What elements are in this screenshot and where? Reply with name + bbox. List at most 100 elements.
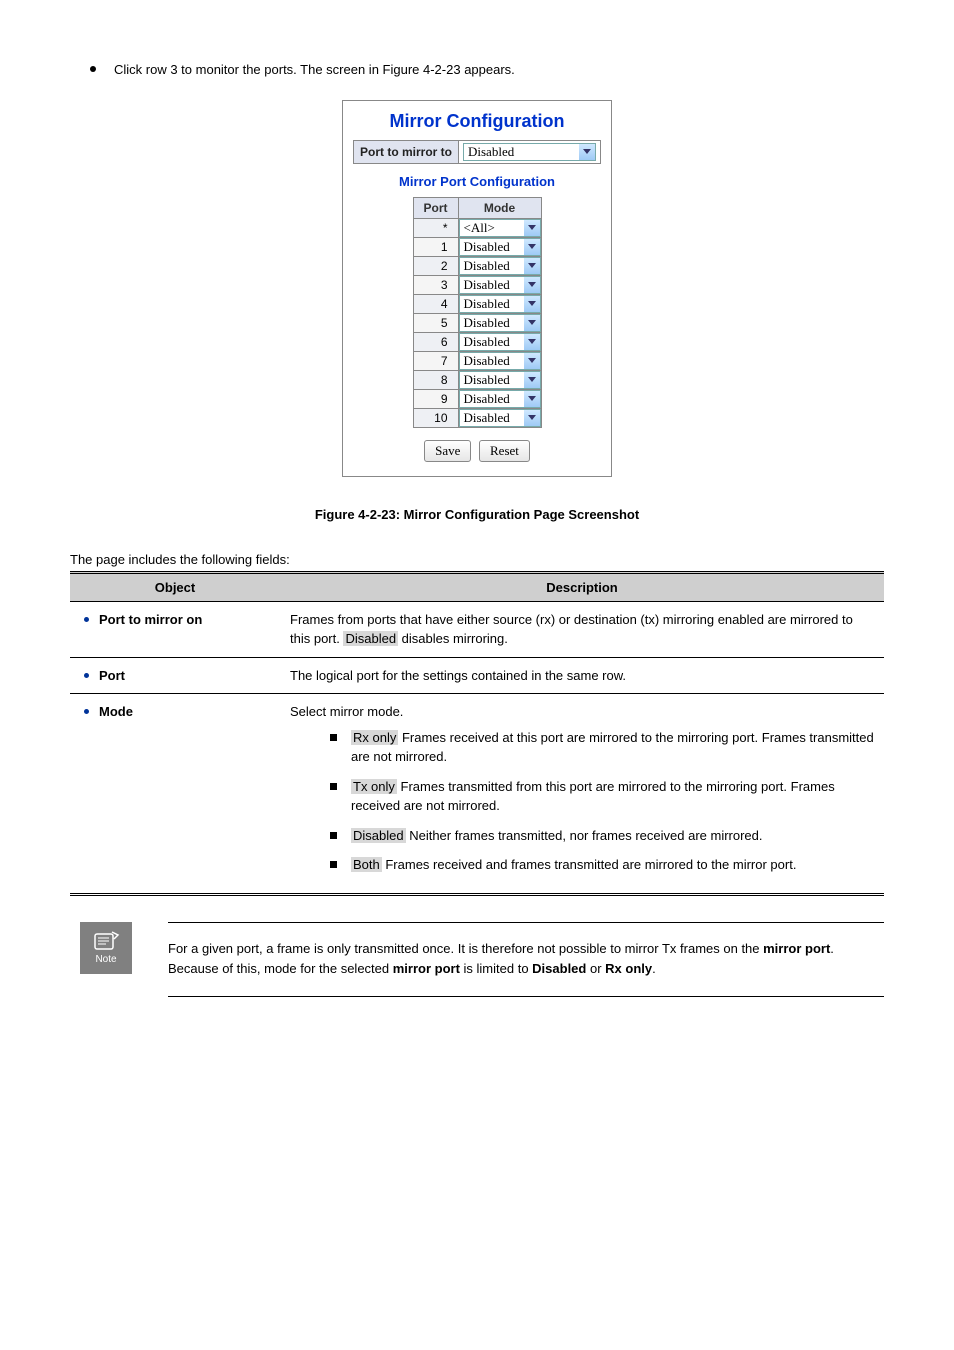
chevron-down-icon [524,353,540,369]
square-bullet-icon [330,832,337,839]
intro-text: Click row 3 to monitor the ports. The sc… [114,60,515,80]
port-number: 1 [413,237,458,256]
mirror-target-row: Port to mirror to Disabled [353,140,601,164]
mode-select[interactable]: Disabled [459,238,541,256]
mode-text: Frames received at this port are mirrore… [351,730,874,765]
mode-value: Disabled [464,391,510,407]
table-row: Port The logical port for the settings c… [70,657,884,694]
port-number: * [413,218,458,237]
chevron-down-icon [524,277,540,293]
table-row: Port to mirror on Frames from ports that… [70,601,884,657]
mode-text: Neither frames transmitted, nor frames r… [406,828,763,843]
mode-select[interactable]: Disabled [459,295,541,313]
col-port: Port [413,197,458,218]
port-number: 3 [413,275,458,294]
reset-button[interactable]: Reset [479,440,530,462]
mode-select[interactable]: Disabled [459,314,541,332]
mode-value: <All> [464,220,495,236]
mode-key: Both [351,857,382,872]
chevron-down-icon [524,220,540,236]
mode-select[interactable]: <All> [459,219,541,237]
panel-title: Mirror Configuration [353,111,601,132]
table-row: Mode Select mirror mode. Rx only Frames … [70,694,884,895]
chevron-down-icon [524,315,540,331]
mode-value: Disabled [464,334,510,350]
mode-value: Disabled [464,239,510,255]
chevron-down-icon [524,258,540,274]
mode-select[interactable]: Disabled [459,409,541,427]
chevron-down-icon [524,372,540,388]
list-item: Tx only Frames transmitted from this por… [330,777,874,816]
description-table: Object Description Port to mirror on Fra… [70,571,884,896]
square-bullet-icon [330,783,337,790]
port-number: 4 [413,294,458,313]
port-number: 9 [413,389,458,408]
mode-value: Disabled [464,410,510,426]
mode-key: Tx only [351,779,397,794]
mode-value: Disabled [464,258,510,274]
mode-value: Disabled [464,353,510,369]
mode-value: Disabled [464,315,510,331]
table-row: 6Disabled [413,332,541,351]
mode-key: Disabled [351,828,406,843]
mode-value: Disabled [464,277,510,293]
chevron-down-icon [524,391,540,407]
table-row: * <All> [413,218,541,237]
note-icon: Note [80,922,132,974]
mode-key: Rx only [351,730,398,745]
mirror-target-select[interactable]: Disabled [463,143,596,161]
bullet-icon [90,66,96,72]
mode-select[interactable]: Disabled [459,257,541,275]
square-bullet-icon [330,734,337,741]
header-description: Description [280,572,884,601]
port-number: 10 [413,408,458,427]
port-number: 5 [413,313,458,332]
table-row: 1 Disabled [413,237,541,256]
port-number: 8 [413,370,458,389]
table-lead: The page includes the following fields: [70,552,884,567]
port-number: 7 [413,351,458,370]
table-row: 10 Disabled [413,408,541,427]
object-desc: The logical port for the settings contai… [280,657,884,694]
bullet-icon [84,673,89,678]
table-row: 7 Disabled [413,351,541,370]
mirror-target-value: Disabled [468,144,514,160]
mode-select[interactable]: Disabled [459,333,541,351]
table-row: 3 Disabled [413,275,541,294]
list-item: Disabled Neither frames transmitted, nor… [330,826,874,846]
table-row: 2 Disabled [413,256,541,275]
chevron-down-icon [524,239,540,255]
square-bullet-icon [330,861,337,868]
list-item: Both Frames received and frames transmit… [330,855,874,875]
mode-select[interactable]: Disabled [459,371,541,389]
table-row: 8Disabled [413,370,541,389]
col-mode: Mode [458,197,541,218]
object-label: Mode [99,702,133,722]
mode-text: Frames received and frames transmitted a… [382,857,797,872]
mode-value: Disabled [464,296,510,312]
object-desc: Select mirror mode. Rx only Frames recei… [280,694,884,895]
mode-select[interactable]: Disabled [459,276,541,294]
bullet-icon [84,617,89,622]
object-label: Port [99,666,125,686]
panel-subtitle: Mirror Port Configuration [353,174,601,189]
mode-select[interactable]: Disabled [459,390,541,408]
object-desc: Frames from ports that have either sourc… [280,601,884,657]
mirror-config-panel: Mirror Configuration Port to mirror to D… [342,100,612,477]
save-button[interactable]: Save [424,440,471,462]
bullet-icon [84,709,89,714]
mode-select[interactable]: Disabled [459,352,541,370]
table-row: 9 Disabled [413,389,541,408]
chevron-down-icon [524,410,540,426]
mode-text: Frames transmitted from this port are mi… [351,779,835,814]
header-object: Object [70,572,280,601]
port-number: 2 [413,256,458,275]
figure-caption: Figure 4-2-23: Mirror Configuration Page… [70,507,884,522]
table-row: 4 Disabled [413,294,541,313]
table-row: 5 Disabled [413,313,541,332]
chevron-down-icon [579,144,595,160]
mirror-target-label: Port to mirror to [354,141,459,163]
chevron-down-icon [524,296,540,312]
list-item: Rx only Frames received at this port are… [330,728,874,767]
port-table: Port Mode * <All> 1 Disabled 2 Disabled 3 Disab… [413,197,542,428]
